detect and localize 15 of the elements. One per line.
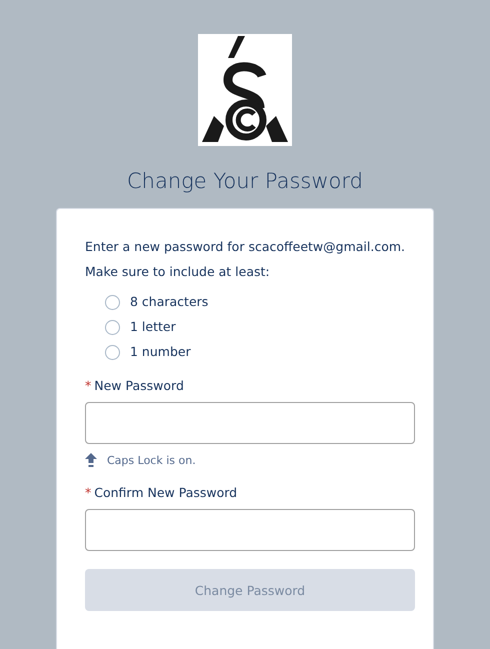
intro-text: Enter a new password for scacoffeetw@gmail.com. xyxy=(85,239,406,255)
requirement-text: 1 letter xyxy=(130,319,176,335)
field-label: New Password xyxy=(94,378,184,393)
requirement-text: 8 characters xyxy=(130,294,208,310)
caps-lock-warning: Caps Lock is on. xyxy=(107,454,196,466)
page-title: Change Your Password xyxy=(127,168,363,195)
field-label: Confirm New Password xyxy=(94,485,238,500)
required-mark: * xyxy=(85,485,92,500)
required-mark: * xyxy=(85,378,92,393)
input-field[interactable] xyxy=(85,509,415,551)
requirements-heading: Make sure to include at least: xyxy=(85,264,271,280)
logo-icon xyxy=(198,34,292,146)
input-field[interactable] xyxy=(85,402,415,444)
requirement-text: 1 number xyxy=(130,344,191,360)
arrow-up-icon xyxy=(85,453,97,467)
